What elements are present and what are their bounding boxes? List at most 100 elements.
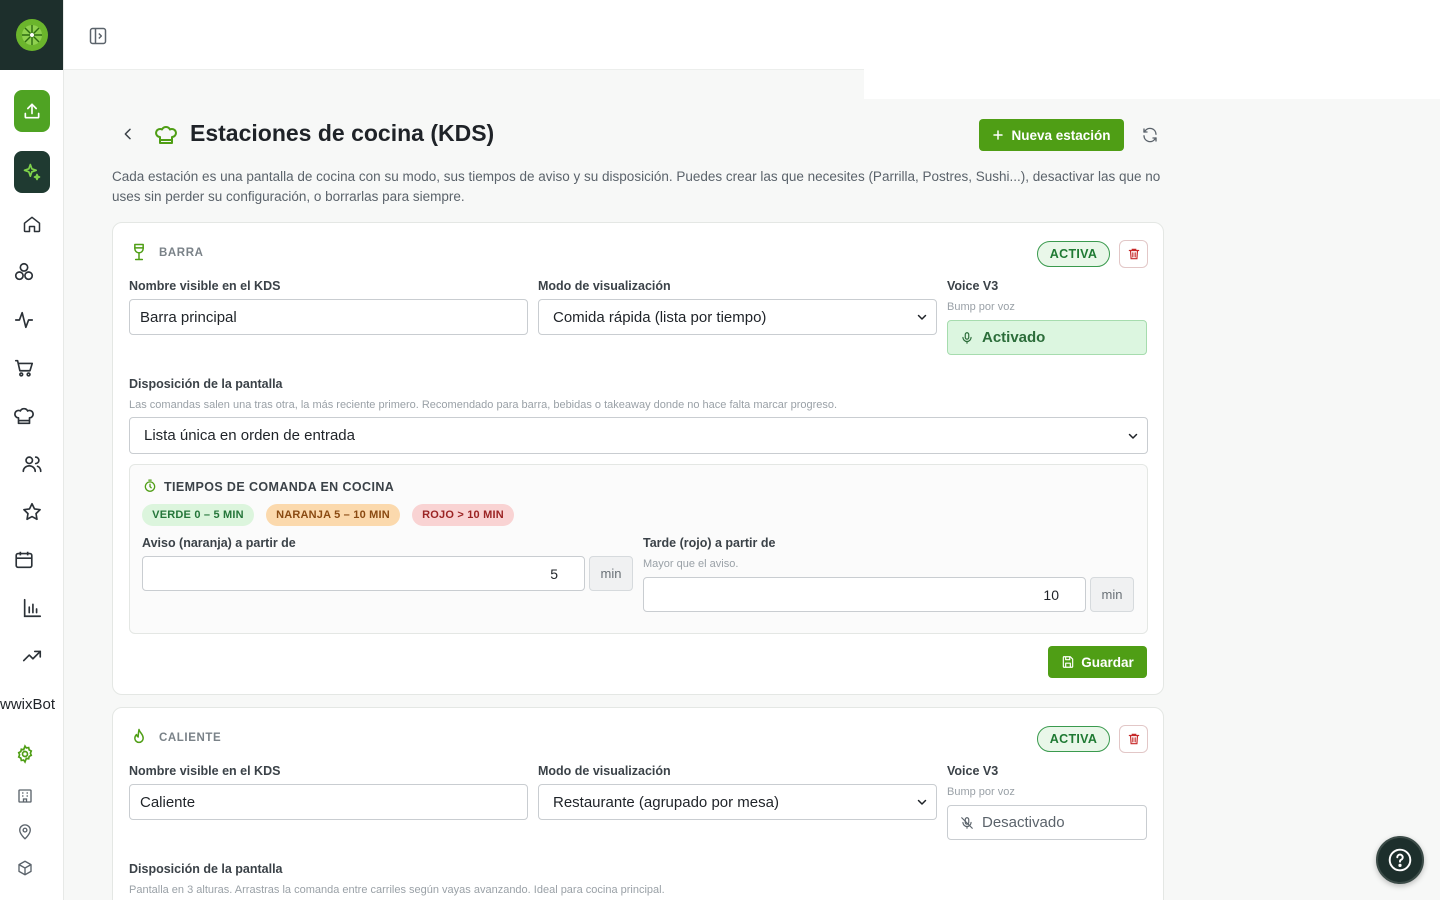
display-name-input[interactable]: Caliente [129, 784, 528, 820]
voice-toggle[interactable]: Activado [947, 320, 1147, 355]
mic-off-icon [961, 816, 973, 829]
display-mode-label: Modo de visualización [538, 279, 671, 293]
ai-sparkle-button[interactable] [14, 151, 50, 193]
sidebar-item-trends[interactable] [20, 644, 44, 668]
sidebar-item-home[interactable] [20, 212, 44, 236]
chevron-down-icon [917, 314, 927, 320]
sparkles-icon [23, 163, 41, 181]
late-threshold-label: Tarde (rojo) a partir de [643, 536, 776, 550]
sidebar-item-products[interactable] [12, 260, 36, 284]
order-times-panel: TIEMPOS DE COMANDA EN COCINA VERDE 0 – 5… [129, 464, 1148, 634]
voice-state: Desactivado [982, 814, 1065, 831]
display-mode-value: Comida rápida (lista por tiempo) [553, 308, 767, 326]
page-title: Estaciones de cocina (KDS) [190, 120, 495, 146]
display-mode-select[interactable]: Comida rápida (lista por tiempo) [538, 299, 937, 335]
voice-sublabel: Bump por voz [947, 786, 1015, 798]
star-icon [23, 502, 41, 521]
trash-icon [1128, 248, 1139, 260]
station-card-caliente: CALIENTE ACTIVA Nombre visible en el KDS… [112, 707, 1164, 900]
lime-logo-icon [15, 19, 48, 51]
calendar-icon [15, 551, 33, 569]
help-circle-icon [1388, 848, 1412, 872]
delete-station-button[interactable] [1119, 725, 1148, 753]
voice-label: Voice V3 [947, 764, 999, 778]
sidebar-item-activity[interactable] [12, 308, 36, 332]
brand-text: wwixBot [0, 696, 56, 713]
sidebar-item-locations[interactable] [13, 820, 37, 844]
panel-left-icon [89, 27, 107, 45]
sidebar-toggle-button[interactable] [88, 26, 108, 46]
bar-chart-icon [23, 598, 42, 618]
new-station-label: Nueva estación [1011, 127, 1111, 143]
refresh-icon [1143, 127, 1157, 143]
display-name-label: Nombre visible en el KDS [129, 279, 281, 293]
warn-unit: min [589, 556, 633, 591]
layout-label: Disposición de la pantalla [129, 377, 283, 391]
sidebar: wwixBot [0, 0, 64, 900]
layout-select[interactable]: Lista única en orden de entrada [129, 417, 1148, 454]
chef-hat-icon [14, 407, 34, 425]
save-label: Guardar [1081, 654, 1134, 670]
back-button[interactable] [120, 126, 136, 142]
delete-station-button[interactable] [1119, 240, 1148, 268]
voice-label: Voice V3 [947, 279, 999, 293]
warn-threshold-label: Aviso (naranja) a partir de [142, 536, 296, 550]
display-name-label: Nombre visible en el KDS [129, 764, 281, 778]
display-mode-label: Modo de visualización [538, 764, 671, 778]
cart-icon [14, 359, 34, 377]
sidebar-item-orders[interactable] [12, 356, 36, 380]
station-name: BARRA [159, 247, 204, 259]
status-badge[interactable]: ACTIVA [1037, 726, 1110, 752]
page-description: Cada estación es una pantalla de cocina … [112, 169, 1161, 204]
red-range-badge: ROJO > 10 MIN [412, 504, 514, 526]
voice-sublabel: Bump por voz [947, 301, 1015, 313]
chevron-left-icon [124, 128, 131, 140]
home-icon [23, 216, 41, 233]
station-name: CALIENTE [159, 732, 222, 744]
flame-icon [129, 726, 149, 748]
green-range-badge: VERDE 0 – 5 MIN [142, 504, 254, 526]
new-station-button[interactable]: Nueva estación [979, 119, 1124, 151]
top-bar [64, 0, 864, 70]
boxes-icon [14, 262, 34, 281]
layout-help: Pantalla en 3 alturas. Arrastras la coma… [129, 884, 665, 896]
sidebar-item-kitchen[interactable] [12, 404, 36, 428]
chevron-down-icon [917, 799, 927, 805]
sidebar-item-customers[interactable] [20, 452, 44, 476]
sidebar-item-reviews[interactable] [20, 500, 44, 524]
map-pin-icon [19, 824, 31, 840]
gear-icon [17, 744, 33, 764]
voice-toggle[interactable]: Desactivado [947, 805, 1147, 840]
chevron-down-icon [1128, 433, 1138, 439]
display-name-input[interactable]: Barra principal [129, 299, 528, 335]
order-times-title: TIEMPOS DE COMANDA EN COCINA [164, 480, 395, 494]
building-icon [18, 789, 32, 803]
warn-threshold-input[interactable]: 5 [142, 556, 585, 591]
help-button[interactable] [1376, 836, 1424, 884]
sidebar-item-inventory[interactable] [13, 856, 37, 880]
layout-help: Las comandas salen una tras otra, la más… [129, 399, 838, 411]
upload-button[interactable] [14, 90, 50, 132]
status-badge[interactable]: ACTIVA [1037, 241, 1110, 267]
sidebar-item-reports[interactable] [20, 596, 44, 620]
users-icon [22, 456, 42, 473]
package-icon [18, 860, 32, 876]
trash-icon [1128, 733, 1139, 745]
refresh-button[interactable] [1141, 126, 1159, 144]
sidebar-item-business[interactable] [13, 784, 37, 808]
top-bar-right [864, 0, 1440, 99]
orange-range-badge: NARANJA 5 – 10 MIN [266, 504, 400, 526]
wine-glass-icon [129, 241, 149, 263]
plus-icon [993, 130, 1004, 140]
app-logo[interactable] [0, 0, 63, 70]
sidebar-item-settings[interactable] [13, 742, 37, 766]
save-button[interactable]: Guardar [1048, 646, 1147, 678]
timer-icon [143, 479, 157, 493]
display-mode-select[interactable]: Restaurante (agrupado por mesa) [538, 784, 937, 820]
activity-icon [14, 311, 34, 329]
sidebar-item-calendar[interactable] [12, 548, 36, 572]
station-card-barra: BARRA ACTIVA Nombre visible en el KDS Ba… [112, 222, 1164, 695]
layout-label: Disposición de la pantalla [129, 862, 283, 876]
chef-hat-icon [154, 123, 178, 147]
late-threshold-input[interactable]: 10 [643, 577, 1086, 612]
